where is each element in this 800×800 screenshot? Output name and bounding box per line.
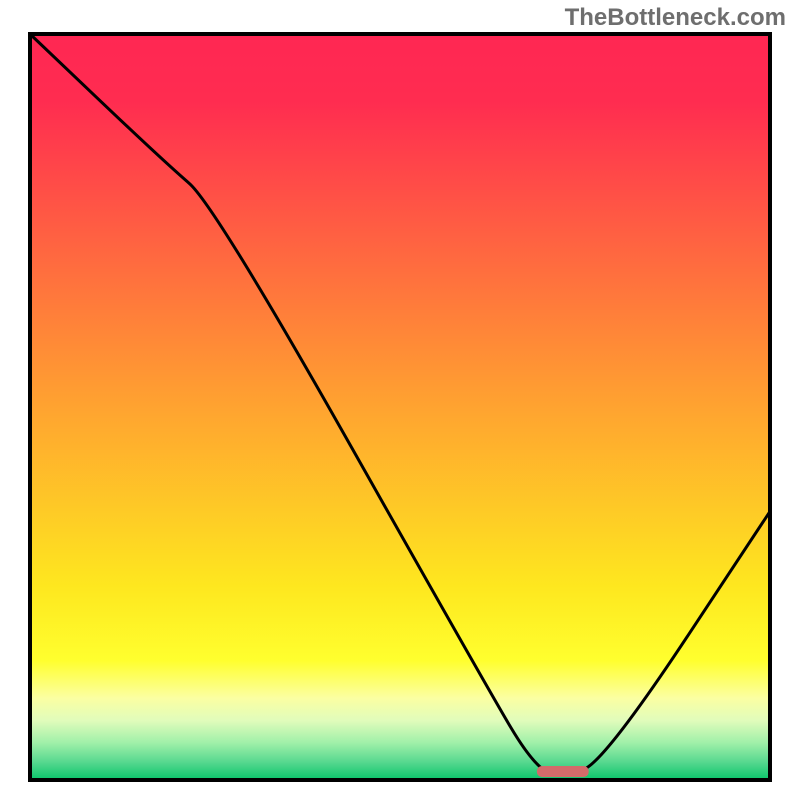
bottleneck-chart	[0, 0, 800, 800]
watermark-text: TheBottleneck.com	[565, 4, 786, 32]
minimum-marker	[537, 766, 589, 777]
plot-background	[30, 34, 770, 780]
chart-container: TheBottleneck.com	[0, 0, 800, 800]
